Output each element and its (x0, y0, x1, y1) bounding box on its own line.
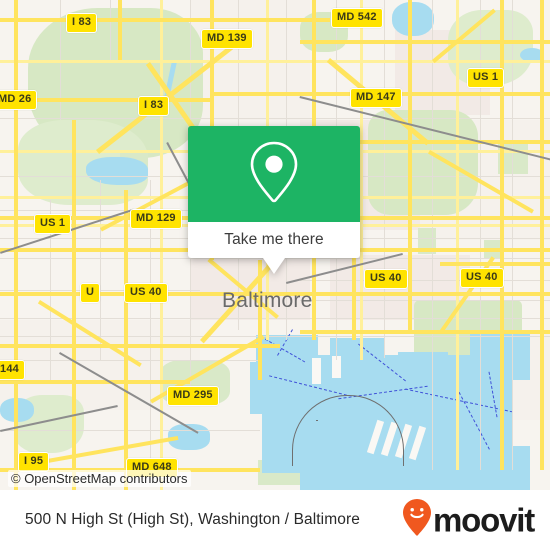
route-shield: MD 542 (331, 8, 383, 28)
map-pin-icon (248, 139, 300, 210)
route-shield: US 40 (460, 268, 504, 288)
route-shield: I 83 (138, 96, 170, 116)
route-shield: US 40 (124, 283, 168, 303)
map-canvas[interactable]: I 83 MD 139 MD 542 US 1 MD 26 I 83 MD 147 US 1 M… (0, 0, 550, 490)
route-shield: MD 26 (0, 90, 38, 110)
route-shield: US 1 (467, 68, 505, 88)
route-shield: 144 (0, 360, 25, 380)
address-label: 500 N High St (High St), Washington / Ba… (25, 511, 360, 528)
route-shield: MD 129 (130, 209, 182, 229)
callout-action-panel[interactable]: Take me there (188, 222, 360, 258)
route-shield: US 1 (34, 214, 72, 234)
location-callout-card[interactable]: Take me there (188, 126, 360, 274)
route-shield: MD 139 (201, 29, 253, 49)
moovit-wordmark: moovit (433, 501, 535, 539)
moovit-logo[interactable]: moovit (402, 499, 535, 542)
route-shield: MD 295 (167, 386, 219, 406)
route-shield: US 40 (364, 269, 408, 289)
route-shield: I 83 (66, 13, 98, 33)
take-me-there-label: Take me there (224, 231, 324, 248)
callout-tail-pointer (263, 258, 285, 274)
route-shield: MD 147 (350, 88, 402, 108)
moovit-smile-pin-icon (402, 499, 432, 542)
footer-bar: 500 N High St (High St), Washington / Ba… (0, 490, 550, 550)
callout-pin-panel (188, 126, 360, 222)
route-shield: U (80, 283, 101, 303)
route-shield: I 95 (18, 452, 50, 472)
osm-attribution: © OpenStreetMap contributors (8, 470, 191, 487)
city-label: Baltimore (222, 289, 313, 312)
moovit-map-screenshot: I 83 MD 139 MD 542 US 1 MD 26 I 83 MD 147 US 1 M… (0, 0, 550, 550)
